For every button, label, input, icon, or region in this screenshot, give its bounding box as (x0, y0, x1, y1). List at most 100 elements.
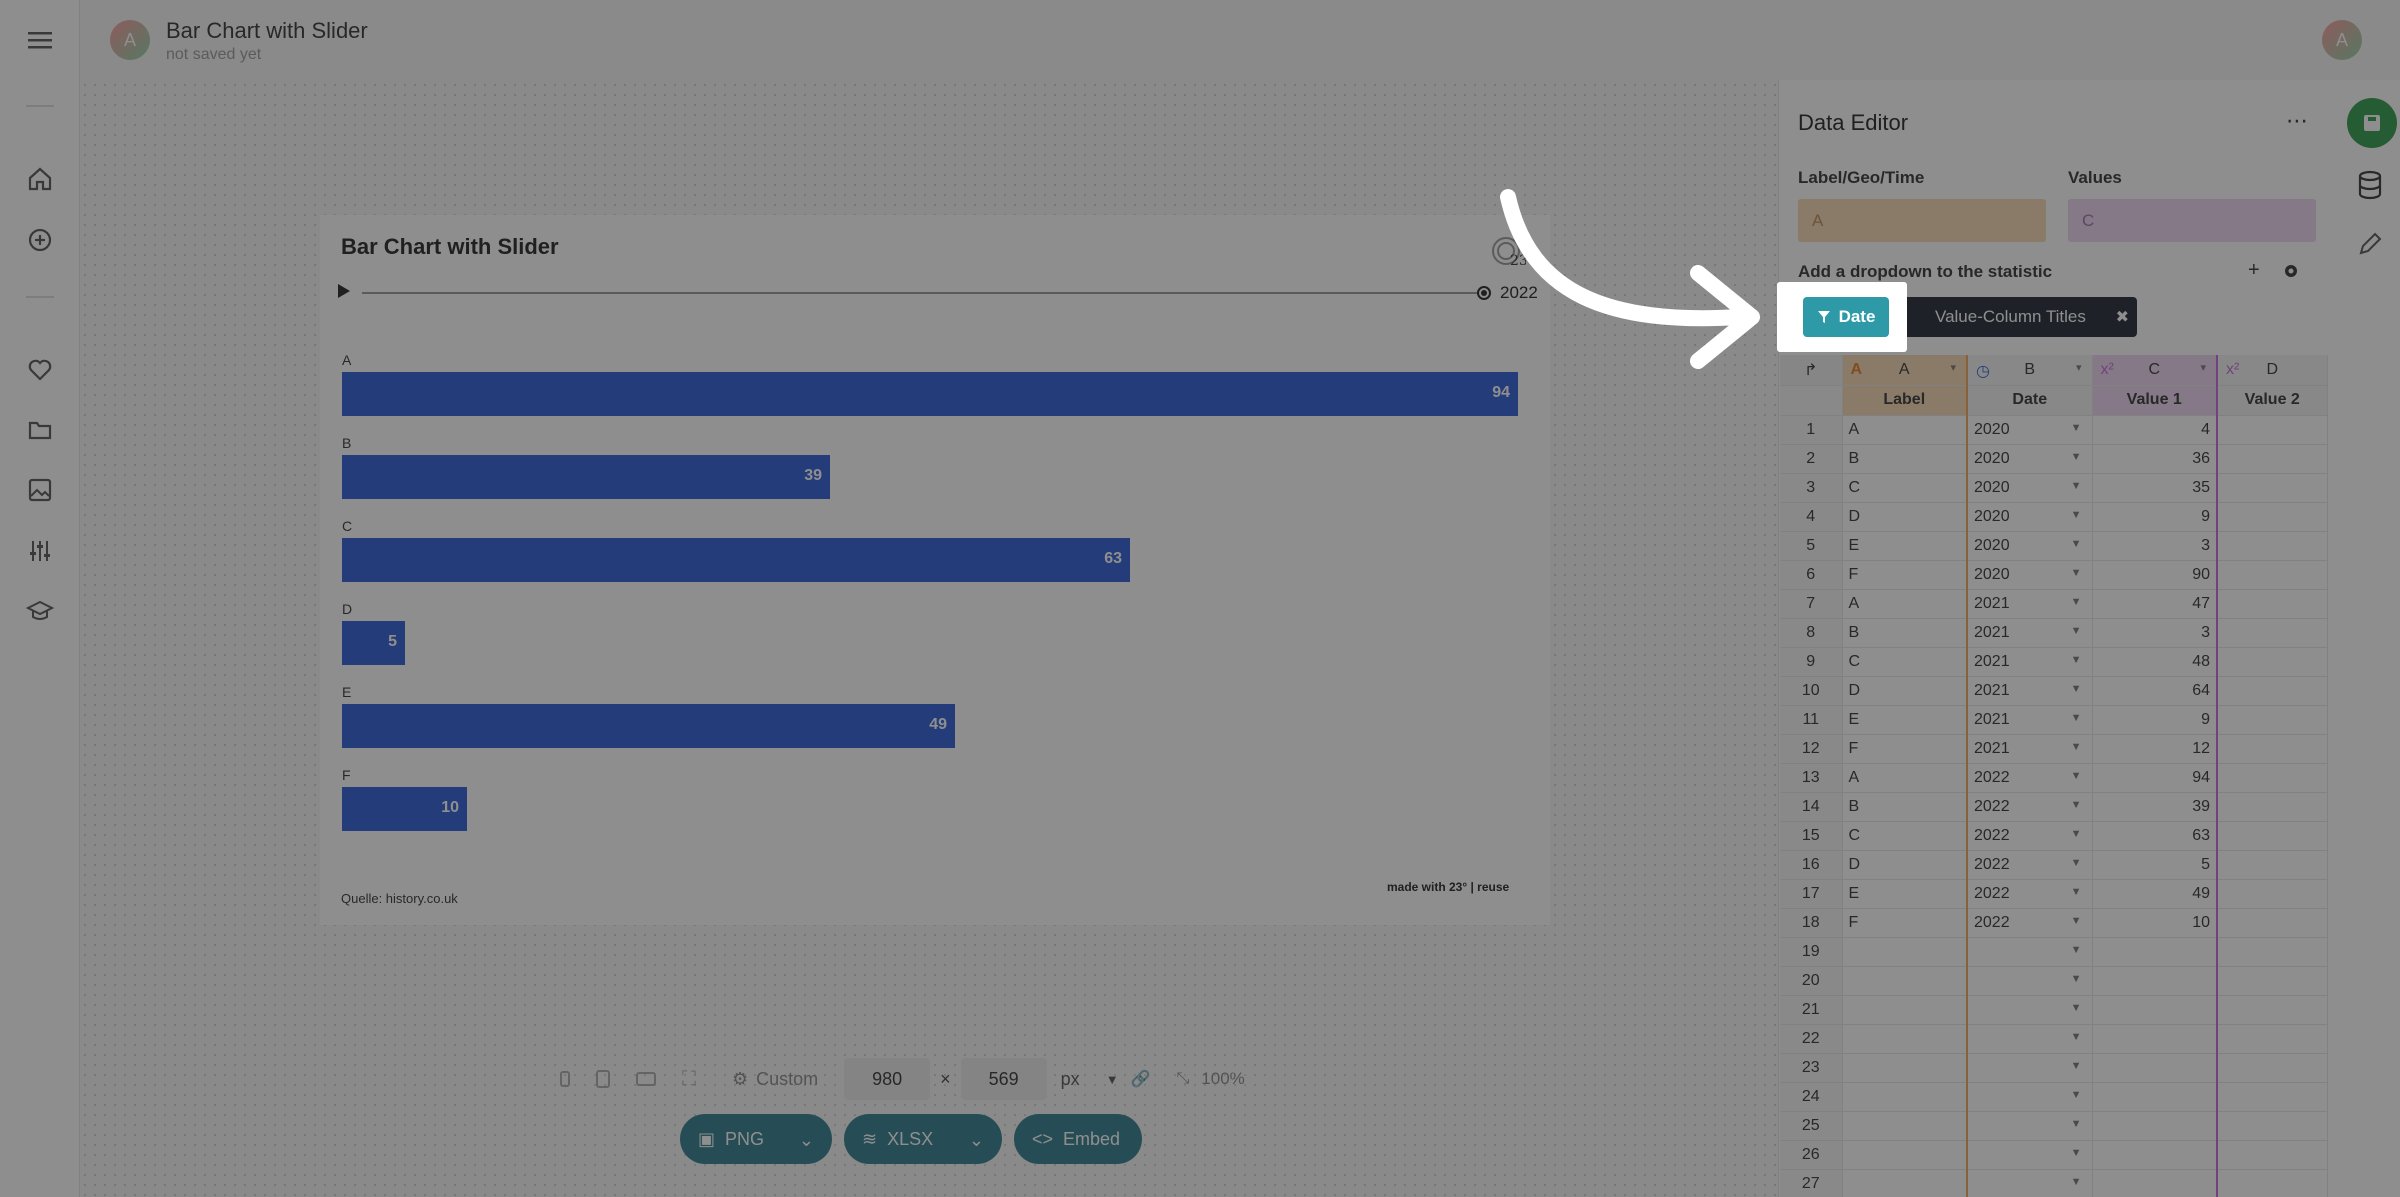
value2-cell[interactable] (2217, 908, 2328, 938)
database-icon[interactable] (2356, 170, 2384, 205)
add-dropdown-icon[interactable]: + (2248, 259, 2260, 282)
zoom-level[interactable]: 100% (1201, 1069, 1244, 1089)
value2-cell[interactable] (2217, 705, 2328, 735)
settings-icon[interactable]: ⚙ (732, 1069, 748, 1090)
date-filter-button[interactable]: Date (1803, 297, 1889, 337)
value2-column-title[interactable]: Value 2 (2217, 385, 2328, 416)
value2-cell[interactable] (2217, 444, 2328, 474)
label-cell[interactable]: B (1842, 618, 1968, 648)
value-cell[interactable]: 3 (2092, 531, 2218, 561)
dropdown-arrow-icon[interactable]: ▼ (2071, 1060, 2082, 1072)
date-cell[interactable]: ▼ (1967, 1024, 2093, 1054)
folder-icon[interactable] (24, 414, 56, 446)
value-cell[interactable]: 94 (2092, 763, 2218, 793)
value2-cell[interactable] (2217, 1111, 2328, 1141)
date-cell[interactable]: ▼ (1967, 937, 2093, 967)
label-cell[interactable]: D (1842, 502, 1968, 532)
date-cell[interactable]: ▼ (1967, 1082, 2093, 1112)
save-button[interactable] (2347, 98, 2397, 148)
label-cell[interactable]: E (1842, 705, 1968, 735)
dropdown-arrow-icon[interactable]: ▼ (2071, 654, 2082, 666)
lock-ratio-icon[interactable]: 🔗 (1131, 1069, 1151, 1089)
date-cell[interactable]: 2022 ▼ (1967, 850, 2093, 880)
date-cell[interactable]: 2020 ▼ (1967, 531, 2093, 561)
value2-cell[interactable] (2217, 995, 2328, 1025)
date-cell[interactable]: ▼ (1967, 1140, 2093, 1170)
date-column-title[interactable]: Date (1967, 385, 2093, 416)
dropdown-arrow-icon[interactable]: ▼ (2071, 1176, 2082, 1188)
label-cell[interactable]: F (1842, 734, 1968, 764)
value2-cell[interactable] (2217, 502, 2328, 532)
value2-cell[interactable] (2217, 850, 2328, 880)
value-cell[interactable]: 47 (2092, 589, 2218, 619)
column-b-header[interactable]: ◷ B ▾ (1967, 355, 2093, 386)
date-cell[interactable]: 2022 ▼ (1967, 763, 2093, 793)
date-cell[interactable]: 2022 ▼ (1967, 879, 2093, 909)
value2-cell[interactable] (2217, 676, 2328, 706)
dropdown-arrow-icon[interactable]: ▼ (2071, 1031, 2082, 1043)
width-input[interactable] (844, 1058, 931, 1100)
label-cell[interactable]: A (1842, 763, 1968, 793)
value-cell[interactable]: 90 (2092, 560, 2218, 590)
dropdown-arrow-icon[interactable]: ▼ (2071, 1089, 2082, 1101)
value-cell[interactable]: 35 (2092, 473, 2218, 503)
home-icon[interactable] (24, 163, 56, 195)
laptop-icon[interactable] (636, 1072, 656, 1086)
date-cell[interactable]: 2022 ▼ (1967, 821, 2093, 851)
graduation-cap-icon[interactable] (24, 595, 56, 627)
date-cell[interactable]: 2021 ▼ (1967, 647, 2093, 677)
chevron-down-icon[interactable]: ⌄ (969, 1130, 984, 1151)
close-icon[interactable]: ✖ (2116, 307, 2129, 327)
label-cell[interactable] (1842, 937, 1968, 967)
image-icon[interactable] (24, 474, 56, 506)
value-cell[interactable]: 3 (2092, 618, 2218, 648)
menu-icon[interactable] (24, 24, 56, 56)
dropdown-arrow-icon[interactable]: ▼ (2071, 625, 2082, 637)
label-cell[interactable]: F (1842, 560, 1968, 590)
label-cell[interactable] (1842, 1082, 1968, 1112)
add-circle-icon[interactable] (24, 224, 56, 256)
value2-cell[interactable] (2217, 560, 2328, 590)
date-cell[interactable]: ▼ (1967, 1111, 2093, 1141)
value-cell[interactable]: 9 (2092, 705, 2218, 735)
corner-icon[interactable]: ↱ (1780, 355, 1843, 386)
date-cell[interactable]: 2021 ▼ (1967, 618, 2093, 648)
dropdown-arrow-icon[interactable]: ▼ (2071, 451, 2082, 463)
sliders-icon[interactable] (24, 535, 56, 567)
value2-cell[interactable] (2217, 415, 2328, 445)
value2-cell[interactable] (2217, 1169, 2328, 1197)
value2-cell[interactable] (2217, 734, 2328, 764)
heart-icon[interactable] (24, 354, 56, 386)
date-cell[interactable]: 2020 ▼ (1967, 502, 2093, 532)
value-cell[interactable] (2092, 1053, 2218, 1083)
label-cell[interactable] (1842, 966, 1968, 996)
dropdown-arrow-icon[interactable]: ▼ (2071, 596, 2082, 608)
value-cell[interactable]: 49 (2092, 879, 2218, 909)
value-cell[interactable]: 12 (2092, 734, 2218, 764)
value-cell[interactable]: 9 (2092, 502, 2218, 532)
bar[interactable]: 49 (342, 704, 955, 748)
height-input[interactable] (960, 1058, 1047, 1100)
value2-cell[interactable] (2217, 647, 2328, 677)
date-cell[interactable]: ▼ (1967, 1169, 2093, 1197)
label-cell[interactable]: B (1842, 444, 1968, 474)
year-slider-handle[interactable] (1477, 286, 1491, 300)
dropdown-arrow-icon[interactable]: ▼ (2071, 973, 2082, 985)
fullscreen-icon[interactable]: ⛶ (682, 1068, 696, 1091)
value-cell[interactable] (2092, 1169, 2218, 1197)
value-cell[interactable] (2092, 1140, 2218, 1170)
label-cell[interactable]: A (1842, 415, 1968, 445)
tablet-icon[interactable] (596, 1070, 610, 1088)
dropdown-arrow-icon[interactable]: ▼ (2071, 1147, 2082, 1159)
label-cell[interactable]: E (1842, 531, 1968, 561)
dropdown-arrow-icon[interactable]: ▼ (2071, 799, 2082, 811)
date-cell[interactable]: 2020 ▼ (1967, 560, 2093, 590)
column-a-header[interactable]: A A ▾ (1842, 355, 1968, 386)
value-cell[interactable]: 63 (2092, 821, 2218, 851)
date-cell[interactable]: ▼ (1967, 995, 2093, 1025)
value2-cell[interactable] (2217, 473, 2328, 503)
dropdown-arrow-icon[interactable]: ▼ (2071, 480, 2082, 492)
value-cell[interactable]: 10 (2092, 908, 2218, 938)
dropdown-arrow-icon[interactable]: ▼ (2071, 683, 2082, 695)
dropdown-arrow-icon[interactable]: ▼ (2071, 741, 2082, 753)
